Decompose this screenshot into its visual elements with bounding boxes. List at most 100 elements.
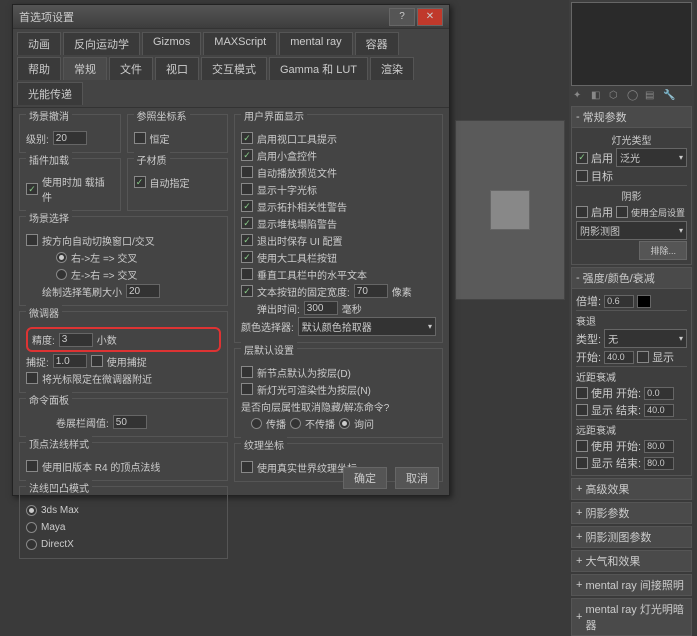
display-icon[interactable]: ▤: [645, 90, 657, 102]
snap-spin[interactable]: 1.0: [53, 354, 87, 368]
nuse-chk[interactable]: [576, 387, 588, 399]
rw-chk[interactable]: [241, 461, 253, 473]
color-swatch[interactable]: [637, 295, 651, 308]
tab-radiosity[interactable]: 光能传递: [17, 82, 83, 105]
tab-viewport[interactable]: 视口: [155, 57, 199, 80]
colorpicker-select[interactable]: 默认颜色拾取器: [298, 317, 436, 336]
close-button[interactable]: ✕: [417, 8, 443, 26]
tab-mentalray[interactable]: mental ray: [279, 32, 352, 55]
titlebar[interactable]: 首选项设置 ? ✕: [13, 5, 449, 29]
dstart-spin[interactable]: 40.0: [604, 351, 634, 364]
roll-atmos[interactable]: +大气和效果: [571, 550, 692, 572]
lr-radio[interactable]: [56, 269, 67, 280]
roll-mrind[interactable]: +mental ray 间接照明: [571, 574, 692, 596]
ask-radio[interactable]: [339, 418, 350, 429]
roll-shparam[interactable]: +阴影参数: [571, 502, 692, 524]
ui1-chk[interactable]: [241, 132, 253, 144]
tab-render[interactable]: 渲染: [370, 57, 414, 80]
g-scenesel: 场景选择: [26, 210, 72, 225]
nm-maya[interactable]: [26, 522, 37, 533]
roll-general[interactable]: -常规参数: [571, 106, 692, 128]
excl-btn[interactable]: 排除...: [639, 241, 687, 260]
tab-containers[interactable]: 容器: [355, 32, 399, 55]
viewport[interactable]: [455, 120, 565, 300]
prop-radio[interactable]: [251, 418, 262, 429]
tab-gizmos[interactable]: Gizmos: [142, 32, 201, 55]
nm-directx[interactable]: [26, 539, 37, 550]
tab-maxscript[interactable]: MAXScript: [203, 32, 277, 55]
brush-spin[interactable]: 20: [126, 284, 160, 298]
tab-gamma[interactable]: Gamma 和 LUT: [269, 57, 368, 80]
ui8-chk[interactable]: [241, 251, 253, 263]
ui4-chk[interactable]: [241, 183, 253, 195]
ui3-chk[interactable]: [241, 166, 253, 178]
nsh-chk[interactable]: [576, 404, 588, 416]
autoswitch-label: 按方向自动切换窗口/交叉: [42, 233, 155, 248]
roll-mrind-label: mental ray 间接照明: [585, 577, 683, 593]
sh-on-chk[interactable]: [576, 206, 588, 218]
l1-chk[interactable]: [241, 366, 253, 378]
modify-icon[interactable]: ◧: [591, 90, 603, 102]
autoswitch-chk[interactable]: [26, 234, 38, 246]
load-plugin-chk[interactable]: [26, 183, 38, 195]
prec-spin[interactable]: 3: [59, 333, 93, 347]
auto-assign-chk[interactable]: [134, 176, 146, 188]
ui10-chk[interactable]: [241, 285, 253, 297]
ui7-label: 退出时保存 UI 配置: [257, 233, 343, 248]
noprop-radio[interactable]: [290, 418, 301, 429]
nend-spin[interactable]: 40.0: [644, 404, 674, 417]
ui2-chk[interactable]: [241, 149, 253, 161]
tabs-row1: 动画 反向运动学 Gizmos MAXScript mental ray 容器 …: [13, 29, 449, 108]
roll-shmap[interactable]: +阴影测图参数: [571, 526, 692, 548]
cancel-button[interactable]: 取消: [395, 467, 439, 489]
create-icon[interactable]: ✦: [573, 90, 585, 102]
nuse-label: 使用: [591, 385, 613, 401]
btnw-spin[interactable]: 70: [354, 284, 388, 298]
constant-chk[interactable]: [134, 132, 146, 144]
light-type-sel[interactable]: 泛光: [616, 148, 687, 167]
fend-spin[interactable]: 80.0: [644, 457, 674, 470]
light-on-chk[interactable]: [576, 152, 588, 164]
g-layer: 层默认设置: [241, 342, 297, 357]
fly-spin[interactable]: 300: [304, 301, 338, 315]
ui7-chk[interactable]: [241, 234, 253, 246]
rl-radio[interactable]: [56, 252, 67, 263]
mult-spin[interactable]: 0.6: [604, 295, 634, 308]
fst-spin[interactable]: 80.0: [644, 440, 674, 453]
ok-button[interactable]: 确定: [343, 467, 387, 489]
fuse-chk[interactable]: [576, 440, 588, 452]
roll-mrshd[interactable]: +mental ray 灯光明暗器: [571, 598, 692, 636]
undo-levels-spin[interactable]: 20: [53, 131, 87, 145]
ui6-chk[interactable]: [241, 217, 253, 229]
l2-chk[interactable]: [241, 383, 253, 395]
dshow-chk[interactable]: [637, 351, 649, 363]
help-button[interactable]: ?: [389, 8, 415, 26]
motion-icon[interactable]: ◯: [627, 90, 639, 102]
tab-general[interactable]: 常规: [63, 57, 107, 80]
r4-chk[interactable]: [26, 460, 38, 472]
ms-label: 毫秒: [342, 301, 362, 316]
tab-files[interactable]: 文件: [109, 57, 153, 80]
utility-icon[interactable]: 🔧: [663, 90, 675, 102]
roll-intensity[interactable]: -强度/颜色/衰减: [571, 267, 692, 289]
tab-interact[interactable]: 交互模式: [201, 57, 267, 80]
lock-chk[interactable]: [26, 372, 38, 384]
ui9-chk[interactable]: [241, 268, 253, 280]
shmap-sel[interactable]: 阴影测图: [576, 221, 687, 240]
roll-advfx[interactable]: +高级效果: [571, 478, 692, 500]
targ-chk[interactable]: [576, 170, 588, 182]
tab-ik[interactable]: 反向运动学: [63, 32, 140, 55]
decay-sel[interactable]: 无: [604, 329, 687, 348]
nst-spin[interactable]: 0.0: [644, 387, 674, 400]
hierarchy-icon[interactable]: ⬡: [609, 90, 621, 102]
tab-anim[interactable]: 动画: [17, 32, 61, 55]
thresh-spin[interactable]: 50: [113, 415, 147, 429]
ui5-chk[interactable]: [241, 200, 253, 212]
nm-3dsmax[interactable]: [26, 505, 37, 516]
fsh-chk[interactable]: [576, 457, 588, 469]
glob-chk[interactable]: [616, 206, 628, 218]
tab-help[interactable]: 帮助: [17, 57, 61, 80]
usesnap-chk[interactable]: [91, 355, 103, 367]
prec-label: 精度:: [32, 332, 55, 347]
g-submat: 子材质: [134, 152, 170, 167]
